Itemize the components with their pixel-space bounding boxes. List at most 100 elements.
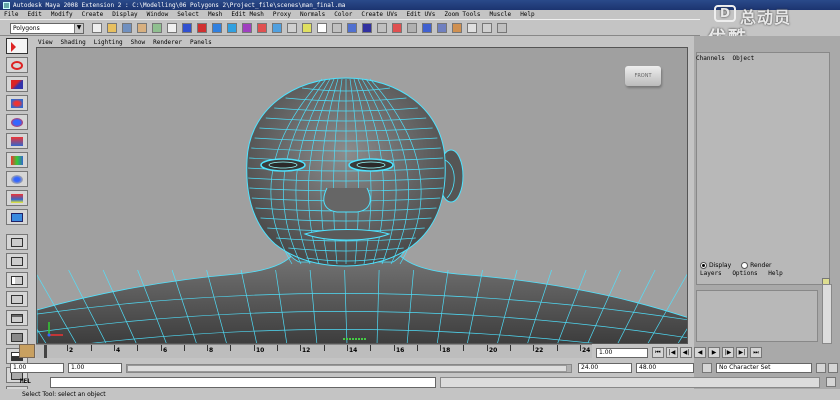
make-live-icon[interactable] (392, 23, 402, 33)
hypershade-layout-button[interactable] (6, 310, 28, 326)
panel-menu-lighting[interactable]: Lighting (94, 39, 123, 46)
display-radio[interactable] (700, 261, 707, 269)
soft-modification-tool-button[interactable] (6, 171, 28, 187)
persp-outliner-layout-button[interactable] (6, 272, 28, 288)
select-dynamics-icon[interactable] (257, 23, 267, 33)
snap-grid-icon[interactable] (332, 23, 342, 33)
show-manipulator-tool-button[interactable] (6, 190, 28, 206)
animation-preferences-icon[interactable] (828, 363, 838, 373)
menu-edit[interactable]: Edit (27, 11, 41, 18)
menu-create-uvs[interactable]: Create UVs (361, 11, 397, 18)
menu-muscle[interactable]: Muscle (490, 11, 512, 18)
current-time-marker[interactable] (44, 345, 47, 358)
show-hide-tool-settings-icon[interactable] (482, 23, 492, 33)
front-viewport[interactable]: FRONT (36, 47, 688, 344)
layers-help-menu[interactable]: Help (768, 270, 782, 277)
show-hide-channel-box-icon[interactable] (497, 23, 507, 33)
menu-edit-mesh[interactable]: Edit Mesh (231, 11, 264, 18)
step-forward-key-button[interactable]: ▶| (736, 347, 748, 358)
select-surfaces-icon[interactable] (227, 23, 237, 33)
panel-menu-renderer[interactable]: Renderer (153, 39, 182, 46)
panel-menu-view[interactable]: View (38, 39, 52, 46)
go-to-start-button[interactable]: ⏮ (652, 347, 664, 358)
history-icon[interactable] (407, 23, 417, 33)
menu-file[interactable]: File (4, 11, 18, 18)
menu-mesh[interactable]: Mesh (208, 11, 222, 18)
step-back-frame-button[interactable]: ◀| (680, 347, 692, 358)
manipulator-tool-button[interactable] (6, 152, 28, 168)
range-slider-bar[interactable] (126, 364, 572, 373)
character-set-dropdown[interactable]: No Character Set (716, 363, 812, 373)
select-handles-icon[interactable] (182, 23, 192, 33)
go-to-end-button[interactable]: ⏭ (750, 347, 762, 358)
animation-end-field[interactable]: 48.00 (636, 363, 694, 373)
time-slider[interactable]: 2 4 6 8 10 12 14 16 18 20 22 24 (36, 344, 592, 358)
step-forward-frame-button[interactable]: |▶ (722, 347, 734, 358)
render-icon[interactable] (422, 23, 432, 33)
command-input[interactable] (50, 377, 436, 388)
menu-display[interactable]: Display (112, 11, 137, 18)
auto-key-icon[interactable] (816, 363, 826, 373)
select-joints-icon[interactable] (197, 23, 207, 33)
menu-select[interactable]: Select (177, 11, 199, 18)
select-rendering-icon[interactable] (272, 23, 282, 33)
head-wireframe-model[interactable] (37, 48, 688, 344)
menu-normals[interactable]: Normals (300, 11, 325, 18)
range-slider-handle[interactable] (127, 365, 567, 372)
snap-view-plane-icon[interactable] (377, 23, 387, 33)
lasso-tool-button[interactable] (6, 57, 28, 73)
panel-menu-panels[interactable]: Panels (190, 39, 212, 46)
open-scene-icon[interactable] (107, 23, 117, 33)
animation-start-field[interactable]: 1.00 (10, 363, 64, 373)
ipr-render-icon[interactable] (437, 23, 447, 33)
render-radio[interactable] (741, 261, 749, 269)
select-tool-button[interactable] (6, 38, 28, 54)
persp-hypergraph-layout-button[interactable] (6, 329, 28, 345)
panel-menu-shading[interactable]: Shading (60, 39, 85, 46)
step-back-key-button[interactable]: |◀ (666, 347, 678, 358)
playback-end-field[interactable]: 24.00 (578, 363, 632, 373)
playback-start-field[interactable]: 1.00 (68, 363, 122, 373)
mel-label[interactable]: MEL (20, 378, 31, 385)
viewcube-front[interactable]: FRONT (625, 66, 661, 86)
snap-point-icon[interactable] (362, 23, 372, 33)
menu-modify[interactable]: Modify (51, 11, 73, 18)
paint-select-tool-button[interactable] (6, 76, 28, 92)
last-tool-button[interactable] (6, 209, 28, 225)
panel-menu-show[interactable]: Show (131, 39, 145, 46)
select-deformations-icon[interactable] (242, 23, 252, 33)
snap-curve-icon[interactable] (347, 23, 357, 33)
select-curves-icon[interactable] (212, 23, 222, 33)
rotate-tool-button[interactable] (6, 114, 28, 130)
layer-list[interactable] (696, 290, 818, 342)
channels-menu[interactable]: Channels (696, 55, 725, 62)
render-settings-icon[interactable] (452, 23, 462, 33)
menu-set-dropdown[interactable]: Polygons ▼ (10, 23, 84, 34)
single-perspective-layout-button[interactable] (6, 234, 28, 250)
four-view-layout-button[interactable] (6, 253, 28, 269)
play-forwards-button[interactable]: ▶ (708, 347, 720, 358)
play-backwards-button[interactable]: ◀ (694, 347, 706, 358)
character-set-icon[interactable] (702, 363, 712, 373)
select-by-hierarchy-icon[interactable] (137, 23, 147, 33)
layer-scrollbar[interactable] (822, 284, 832, 344)
select-by-component-icon[interactable] (167, 23, 177, 33)
lock-selection-icon[interactable] (302, 23, 312, 33)
highlight-selection-icon[interactable] (317, 23, 327, 33)
menu-help[interactable]: Help (520, 11, 534, 18)
options-menu[interactable]: Options (732, 270, 757, 277)
layers-menu[interactable]: Layers (700, 270, 722, 277)
menu-edit-uvs[interactable]: Edit UVs (406, 11, 435, 18)
current-frame-field[interactable]: 1.00 (596, 348, 648, 358)
object-menu[interactable]: Object (733, 55, 755, 62)
script-editor-icon[interactable] (826, 377, 836, 387)
menu-color[interactable]: Color (334, 11, 352, 18)
menu-proxy[interactable]: Proxy (273, 11, 291, 18)
menu-zoom-tools[interactable]: Zoom Tools (444, 11, 480, 18)
select-misc-icon[interactable] (287, 23, 297, 33)
channel-box[interactable] (696, 52, 830, 285)
select-by-object-icon[interactable] (152, 23, 162, 33)
move-tool-button[interactable] (6, 95, 28, 111)
menu-create[interactable]: Create (82, 11, 104, 18)
show-hide-attribute-editor-icon[interactable] (467, 23, 477, 33)
